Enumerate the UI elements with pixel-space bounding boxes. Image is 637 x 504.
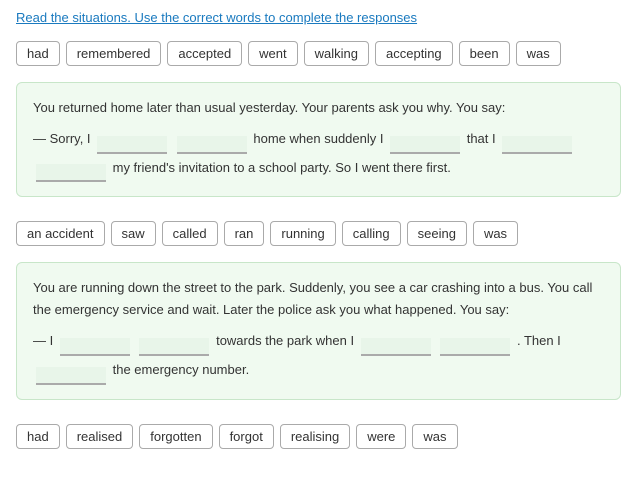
scenario-1-response: — Sorry, I home when suddenly I that I m… [33,125,604,182]
blank-2-4[interactable] [440,338,510,356]
chip-running[interactable]: running [270,221,335,246]
chip-realised[interactable]: realised [66,424,134,449]
chip-ran[interactable]: ran [224,221,265,246]
chip-remembered[interactable]: remembered [66,41,162,66]
chip-calling[interactable]: calling [342,221,401,246]
blank-2-2[interactable] [139,338,209,356]
chip-saw[interactable]: saw [111,221,156,246]
chip-accepting[interactable]: accepting [375,41,453,66]
blank-2-3[interactable] [361,338,431,356]
scenario-box-2: You are running down the street to the p… [16,262,621,399]
scenario-box-1: You returned home later than usual yeste… [16,82,621,197]
chip-accepted[interactable]: accepted [167,41,242,66]
blank-2-5[interactable] [36,367,106,385]
chip-forgot[interactable]: forgot [219,424,274,449]
blank-1-5[interactable] [36,164,106,182]
chip-was-3[interactable]: was [412,424,457,449]
chip-was-2[interactable]: was [473,221,518,246]
scenario-2-response: — I towards the park when I . Then I the… [33,327,604,384]
chip-been[interactable]: been [459,41,510,66]
chip-walking[interactable]: walking [304,41,369,66]
chip-seeing[interactable]: seeing [407,221,467,246]
chip-forgotten[interactable]: forgotten [139,424,212,449]
word-bank-2: an accident saw called ran running calli… [0,213,637,254]
blank-2-1[interactable] [60,338,130,356]
blank-1-1[interactable] [97,136,167,154]
scenario-1-text: You returned home later than usual yeste… [33,97,604,119]
scenario-2-text: You are running down the street to the p… [33,277,604,321]
chip-realising[interactable]: realising [280,424,350,449]
chip-had-3[interactable]: had [16,424,60,449]
word-bank-3: had realised forgotten forgot realising … [0,416,637,457]
instruction: Read the situations. Use the correct wor… [0,0,637,33]
blank-1-2[interactable] [177,136,247,154]
chip-were[interactable]: were [356,424,406,449]
chip-was-1[interactable]: was [516,41,561,66]
blank-1-3[interactable] [390,136,460,154]
blank-1-4[interactable] [502,136,572,154]
chip-called[interactable]: called [162,221,218,246]
chip-had-1[interactable]: had [16,41,60,66]
word-bank-1: had remembered accepted went walking acc… [0,33,637,74]
chip-an-accident[interactable]: an accident [16,221,105,246]
chip-went[interactable]: went [248,41,297,66]
